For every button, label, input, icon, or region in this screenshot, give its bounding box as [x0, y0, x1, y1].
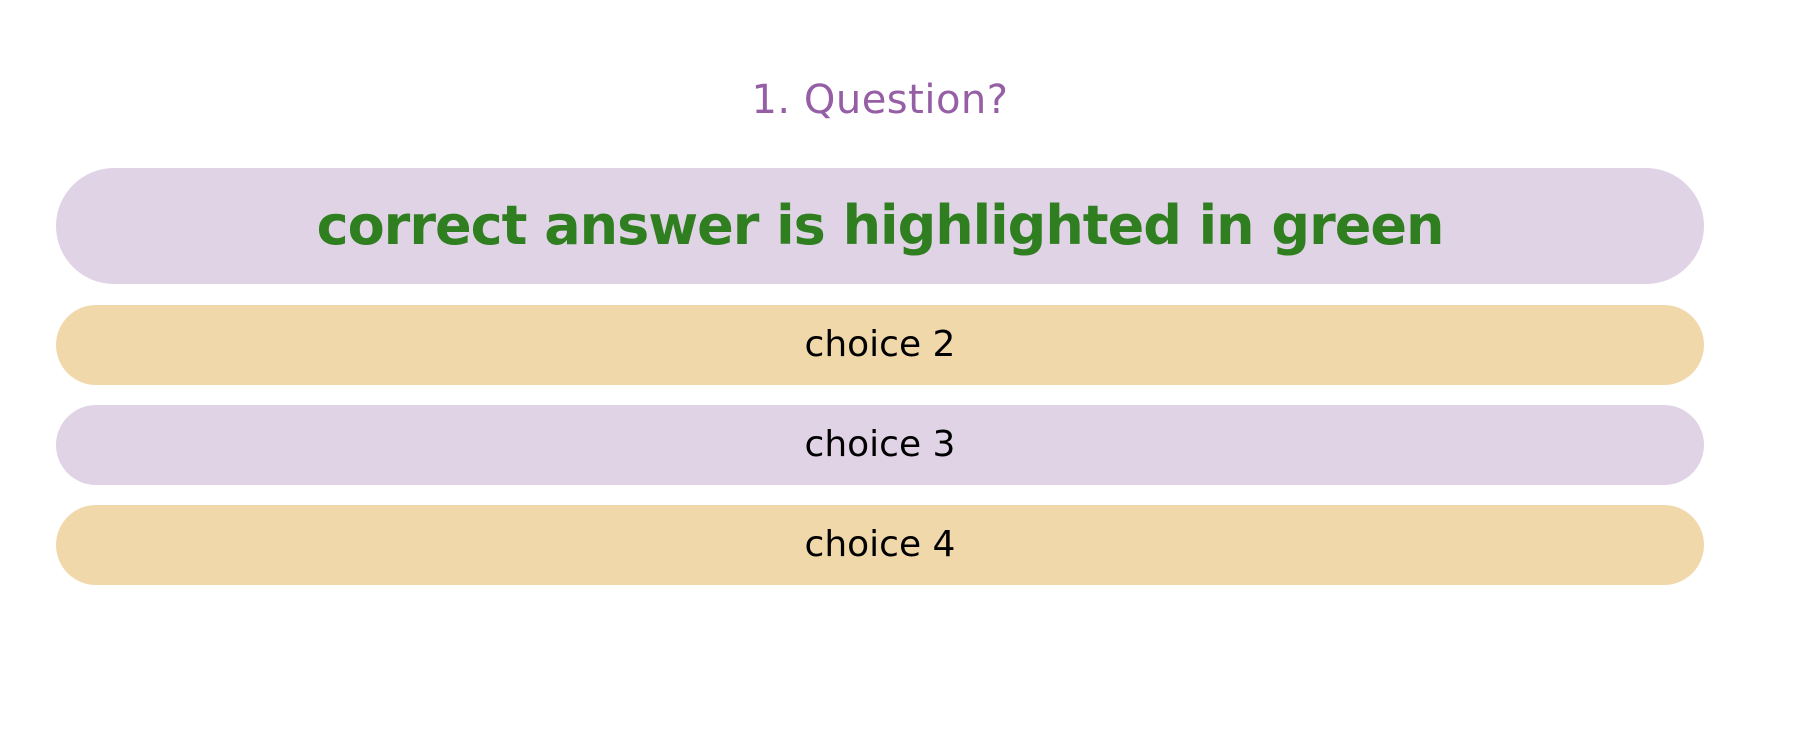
- quiz-container: 1. Question? correct answer is highlight…: [56, 0, 1704, 736]
- choice-correct-answer[interactable]: correct answer is highlighted in green: [56, 168, 1704, 284]
- choice-4[interactable]: choice 4: [56, 505, 1704, 585]
- choice-3[interactable]: choice 3: [56, 405, 1704, 485]
- choice-label: choice 3: [804, 424, 956, 465]
- choice-label: correct answer is highlighted in green: [316, 194, 1445, 257]
- choice-label: choice 2: [804, 324, 956, 365]
- choice-2[interactable]: choice 2: [56, 305, 1704, 385]
- choice-label: choice 4: [804, 524, 956, 565]
- question-title: 1. Question?: [751, 77, 1009, 123]
